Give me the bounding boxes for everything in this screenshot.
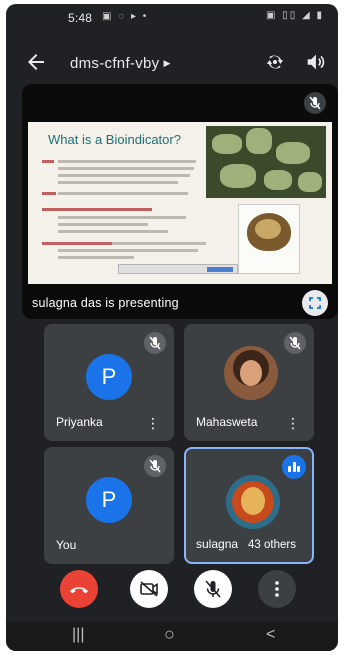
system-nav-bar: ||| ○ < [6,622,338,651]
slide-text-line [58,249,198,252]
slide-text-line [42,208,152,211]
system-back-button[interactable]: < [266,626,275,644]
avatar [224,346,278,400]
participant-tile-priyanka[interactable]: P Priyanka ⋮ [44,324,174,441]
slide-text-line [58,223,148,226]
end-call-button[interactable] [60,570,98,608]
system-status-icons: ▣ ▯▯ ◢ ▮ [266,10,324,21]
mic-off-icon [284,332,306,354]
mic-off-button[interactable] [194,570,232,608]
slide-text-line [58,160,196,163]
participant-name: You [56,538,77,552]
call-controls [6,570,338,614]
meeting-top-bar: dms-cfnf-vby ▶ [6,46,338,78]
slide-text-line [58,216,186,219]
slide-text-line [58,256,134,259]
slide-text-line [58,230,168,233]
more-options-button[interactable] [258,570,296,608]
meeting-code: dms-cfnf-vby [70,55,160,72]
avatar: P [86,354,132,400]
slide-text-line [42,192,56,195]
participant-tile-mahasweta[interactable]: Mahasweta ⋮ [184,324,314,441]
participant-name: sulagna [196,537,239,551]
others-count-badge[interactable]: 43 others [242,537,302,553]
more-vert-icon[interactable]: ⋮ [286,416,300,430]
status-bar: 5:48 ▣ ◌ ▸ • ▣ ▯▯ ◢ ▮ [6,4,338,30]
slide-text-line [58,167,194,170]
participant-name: Priyanka [56,415,103,429]
flip-camera-icon[interactable] [264,51,286,73]
fullscreen-icon[interactable] [302,290,328,316]
presentation-tile[interactable]: What is a Bioindicator? sulagna das is p… [22,84,338,319]
arrow-back-icon[interactable] [24,50,48,74]
phone-screen: 5:48 ▣ ◌ ▸ • ▣ ▯▯ ◢ ▮ dms-cfnf-vby ▶ What… [6,4,338,651]
caret-right-icon: ▶ [163,58,171,68]
slide-title: What is a Bioindicator? [48,132,181,147]
avatar [226,475,280,529]
mussel-photo [238,204,300,274]
status-time: 5:48 [68,11,93,25]
participant-tile-sulagna[interactable]: sulagna 43 others [184,447,314,564]
slide-footer-bar [118,264,238,274]
recent-apps-button[interactable]: ||| [72,626,84,644]
camera-off-button[interactable] [130,570,168,608]
home-button[interactable]: ○ [164,624,175,645]
speaker-icon[interactable] [304,51,326,73]
participant-tile-you[interactable]: P You [44,447,174,564]
notification-icons: ▣ ◌ ▸ • [102,11,149,22]
presenter-label: sulagna das is presenting [32,296,179,310]
slide-text-line [112,242,206,245]
mic-off-icon [304,92,326,114]
slide-text-line [58,174,190,177]
audio-level-icon [282,455,306,479]
mic-off-icon [144,332,166,354]
shared-slide: What is a Bioindicator? [28,122,332,284]
mic-off-icon [144,455,166,477]
slide-text-line [42,242,112,245]
meeting-code-button[interactable]: dms-cfnf-vby ▶ [70,55,171,72]
more-vert-icon[interactable]: ⋮ [146,416,160,430]
slide-text-line [42,160,54,163]
lichen-photo [206,126,326,198]
participant-name: Mahasweta [196,415,258,429]
slide-text-line [58,192,188,195]
slide-text-line [58,181,178,184]
avatar: P [86,477,132,523]
